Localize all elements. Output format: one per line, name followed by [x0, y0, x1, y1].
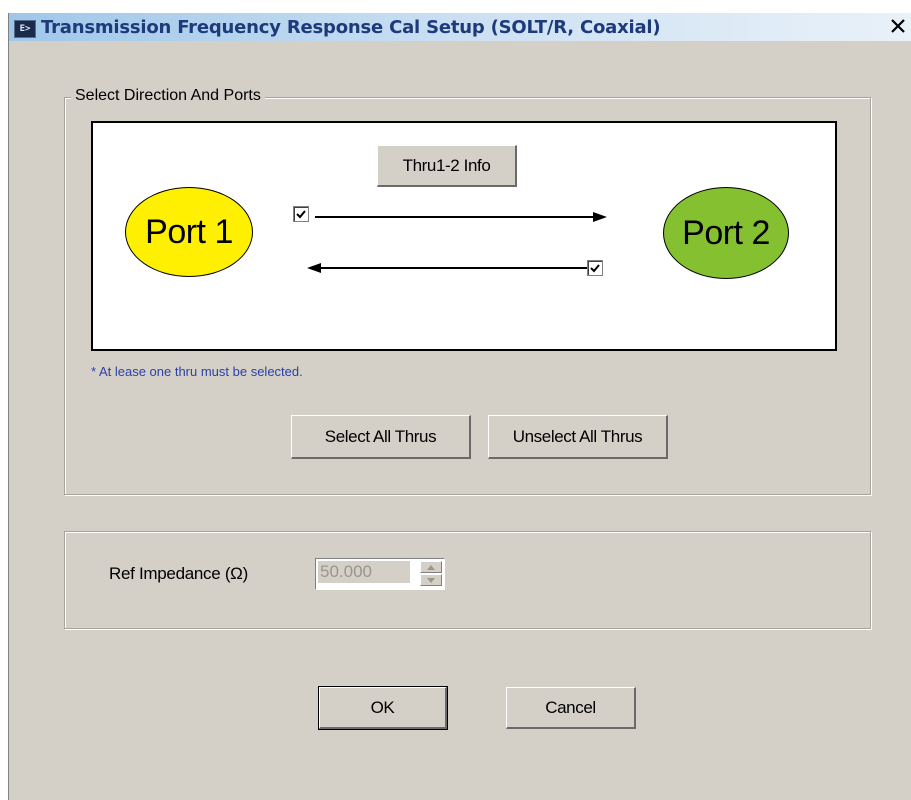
dialog-title: Transmission Frequency Response Cal Setu… [41, 17, 661, 38]
reverse-thru-checkbox[interactable] [587, 260, 603, 276]
direction-ports-group: Select Direction And Ports Thru1-2 Info … [64, 87, 871, 495]
cal-setup-dialog: E> Transmission Frequency Response Cal S… [8, 13, 911, 800]
close-icon [891, 19, 905, 33]
select-all-thrus-button[interactable]: Select All Thrus [291, 415, 471, 459]
ok-button[interactable]: OK [318, 686, 448, 730]
port-1-node: Port 1 [125, 187, 253, 277]
app-window-icon: E> [14, 20, 36, 38]
thru-requirement-note: * At lease one thru must be selected. [91, 364, 303, 379]
checkmark-icon [590, 264, 600, 273]
thru-diagram: Thru1-2 Info Port 1 Port 2 [91, 121, 837, 351]
unselect-all-thrus-button[interactable]: Unselect All Thrus [488, 415, 668, 459]
port-2-node: Port 2 [663, 187, 789, 279]
spin-up-icon [427, 564, 435, 570]
spin-up-button[interactable] [420, 561, 442, 573]
ref-impedance-spinbox[interactable] [315, 558, 445, 590]
checkmark-icon [296, 210, 306, 219]
cancel-button[interactable]: Cancel [506, 687, 636, 729]
ref-impedance-label: Ref Impedance (Ω) [109, 564, 248, 583]
ref-impedance-input[interactable] [318, 561, 410, 583]
spin-down-button[interactable] [420, 574, 442, 586]
reverse-arrowhead [307, 263, 321, 273]
spin-down-icon [427, 577, 435, 583]
direction-ports-legend: Select Direction And Ports [71, 87, 265, 105]
impedance-group: Ref Impedance (Ω) [64, 531, 871, 629]
forward-arrowhead [593, 212, 607, 222]
title-bar[interactable]: E> Transmission Frequency Response Cal S… [9, 13, 911, 41]
close-button[interactable] [888, 17, 908, 37]
thru-info-button[interactable]: Thru1-2 Info [377, 145, 517, 187]
forward-thru-checkbox[interactable] [293, 206, 309, 222]
